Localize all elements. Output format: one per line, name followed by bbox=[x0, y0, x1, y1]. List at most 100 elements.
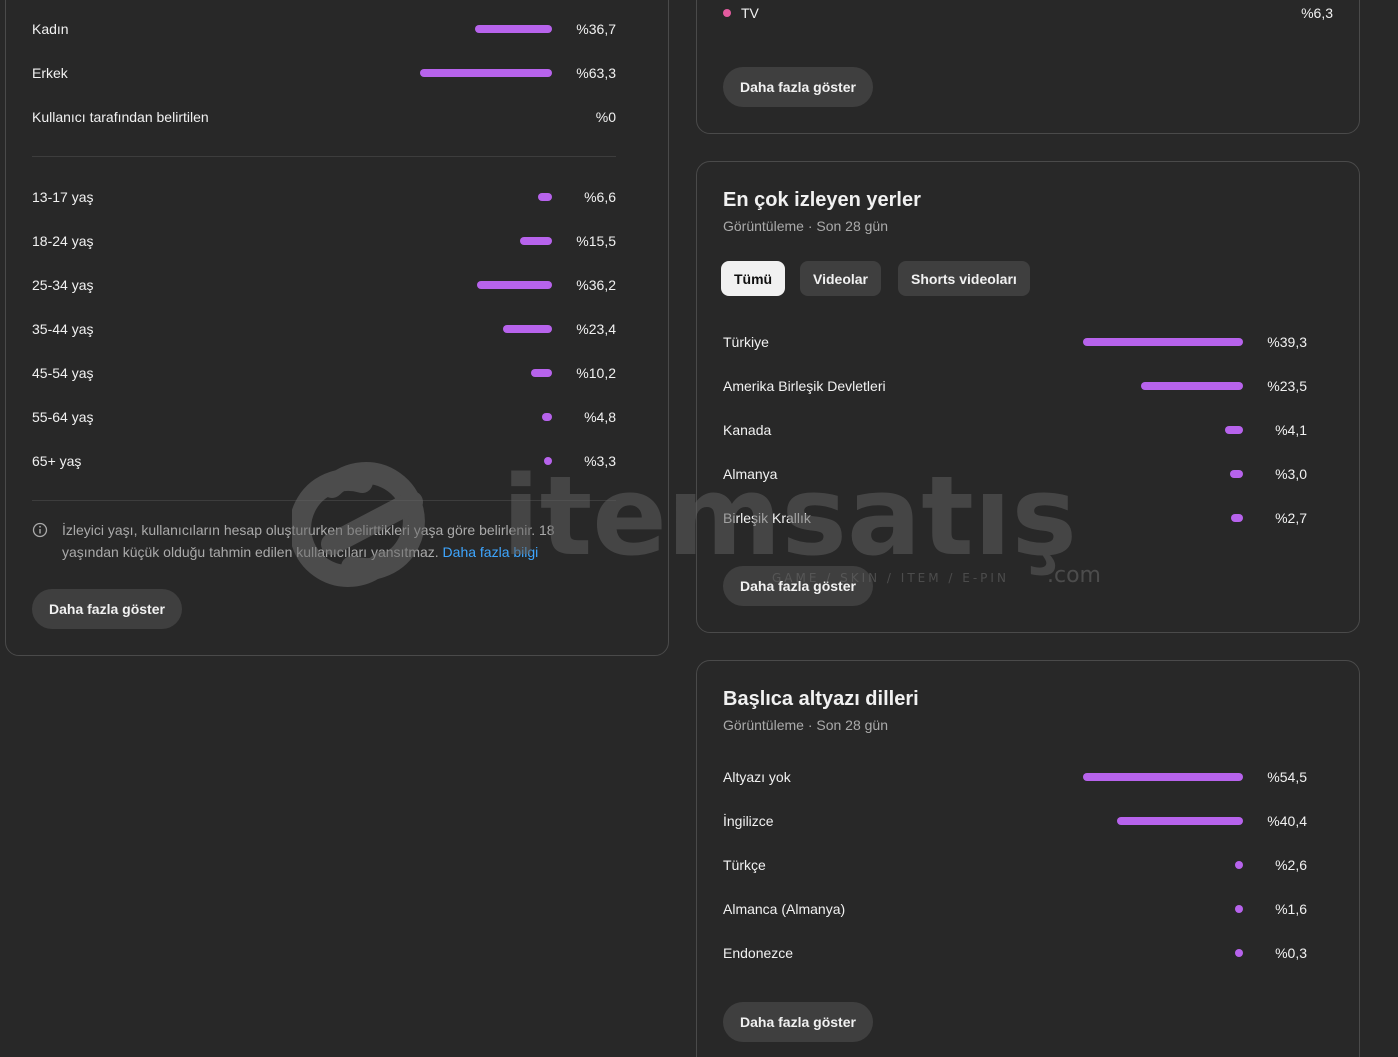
percentage-bar bbox=[1235, 949, 1243, 957]
row-value: %4,8 bbox=[584, 409, 616, 425]
row-label: 25-34 yaş bbox=[32, 277, 94, 293]
stat-row: 25-34 yaş %36,2 bbox=[32, 263, 616, 307]
row-label: Kadın bbox=[32, 21, 69, 37]
row-value: %39,3 bbox=[1267, 334, 1307, 350]
bar-track bbox=[1083, 817, 1243, 825]
percentage-bar bbox=[544, 457, 552, 465]
percentage-bar bbox=[475, 25, 552, 33]
bar-track bbox=[392, 457, 552, 465]
show-more-button[interactable]: Daha fazla göster bbox=[32, 589, 182, 629]
row-label: Almanya bbox=[723, 466, 778, 482]
subtitle-languages-card: Başlıca altyazı dilleri Görüntüleme · So… bbox=[696, 660, 1360, 1057]
bar-track bbox=[392, 69, 552, 77]
bar-track bbox=[392, 193, 552, 201]
info-icon bbox=[32, 522, 48, 538]
stat-row: Kullanıcı tarafından belirtilen %0 bbox=[32, 95, 616, 139]
bar-track bbox=[392, 369, 552, 377]
chip-all[interactable]: Tümü bbox=[721, 261, 786, 296]
bar-track bbox=[1083, 426, 1243, 434]
percentage-bar bbox=[1083, 773, 1243, 781]
stat-row: Altyazı yok %54,5 bbox=[723, 755, 1307, 799]
card-subtitle: Görüntüleme · Son 28 gün bbox=[723, 218, 888, 234]
row-value: %23,5 bbox=[1267, 378, 1307, 394]
stat-row: Türkiye %39,3 bbox=[723, 320, 1307, 364]
stat-row: Birleşik Krallık %2,7 bbox=[723, 496, 1307, 540]
row-value: %36,7 bbox=[576, 21, 616, 37]
tv-dot-icon bbox=[723, 9, 731, 17]
row-label: Altyazı yok bbox=[723, 769, 791, 785]
percentage-bar bbox=[477, 281, 552, 289]
percentage-bar bbox=[1231, 514, 1243, 522]
card-subtitle: Görüntüleme · Son 28 gün bbox=[723, 717, 888, 733]
age-info-note: İzleyici yaşı, kullanıcıların hesap oluş… bbox=[32, 519, 592, 563]
percentage-bar bbox=[420, 69, 552, 77]
card-title: En çok izleyen yerler bbox=[723, 189, 921, 211]
percentage-bar bbox=[1141, 382, 1243, 390]
demographics-card: Kadın %36,7 Erkek %63,3 Kullanıcı tarafından… bbox=[5, 0, 669, 656]
show-more-button[interactable]: Daha fazla göster bbox=[723, 1002, 873, 1042]
device-row-tv: TV %6,3 bbox=[723, 1, 1333, 25]
row-label: Türkçe bbox=[723, 857, 766, 873]
bar-track bbox=[1083, 514, 1243, 522]
row-value: %1,6 bbox=[1275, 901, 1307, 917]
percentage-bar bbox=[531, 369, 552, 377]
row-value: %15,5 bbox=[576, 233, 616, 249]
percentage-bar bbox=[538, 193, 552, 201]
stat-row: Almanca (Almanya) %1,6 bbox=[723, 887, 1307, 931]
device-label: TV bbox=[741, 5, 759, 21]
bar-track bbox=[392, 325, 552, 333]
stat-row: Türkçe %2,6 bbox=[723, 843, 1307, 887]
stat-row: Amerika Birleşik Devletleri %23,5 bbox=[723, 364, 1307, 408]
devices-card: TV %6,3 Daha fazla göster bbox=[696, 0, 1360, 134]
row-value: %0,3 bbox=[1275, 945, 1307, 961]
bar-track bbox=[1083, 470, 1243, 478]
row-value: %2,6 bbox=[1275, 857, 1307, 873]
row-value: %3,3 bbox=[584, 453, 616, 469]
bar-track bbox=[1083, 382, 1243, 390]
bar-track bbox=[1083, 773, 1243, 781]
bar-track bbox=[392, 25, 552, 33]
bar-track bbox=[1083, 338, 1243, 346]
row-label: Almanca (Almanya) bbox=[723, 901, 846, 917]
show-more-button[interactable]: Daha fazla göster bbox=[723, 566, 873, 606]
divider bbox=[32, 156, 616, 157]
percentage-bar bbox=[1235, 861, 1243, 869]
note-text-block: İzleyici yaşı, kullanıcıların hesap oluş… bbox=[62, 519, 592, 563]
row-label: Türkiye bbox=[723, 334, 769, 350]
stat-row: 18-24 yaş %15,5 bbox=[32, 219, 616, 263]
row-label: Kanada bbox=[723, 422, 772, 438]
card-title: Başlıca altyazı dilleri bbox=[723, 688, 919, 710]
row-label: 65+ yaş bbox=[32, 453, 82, 469]
bar-track bbox=[392, 281, 552, 289]
stat-row: Almanya %3,0 bbox=[723, 452, 1307, 496]
bar-track bbox=[1083, 905, 1243, 913]
stat-row: Erkek %63,3 bbox=[32, 51, 616, 95]
divider bbox=[32, 500, 616, 501]
row-label: Amerika Birleşik Devletleri bbox=[723, 378, 886, 394]
row-label: 13-17 yaş bbox=[32, 189, 94, 205]
row-value: %23,4 bbox=[576, 321, 616, 337]
percentage-bar bbox=[1083, 338, 1243, 346]
percentage-bar bbox=[1225, 426, 1243, 434]
row-value: %4,1 bbox=[1275, 422, 1307, 438]
bar-track bbox=[1083, 949, 1243, 957]
bar-track bbox=[392, 413, 552, 421]
row-value: %63,3 bbox=[576, 65, 616, 81]
show-more-button[interactable]: Daha fazla göster bbox=[723, 67, 873, 107]
row-label: 55-64 yaş bbox=[32, 409, 94, 425]
row-label: 35-44 yaş bbox=[32, 321, 94, 337]
stat-row: 13-17 yaş %6,6 bbox=[32, 175, 616, 219]
learn-more-link[interactable]: Daha fazla bilgi bbox=[443, 544, 539, 560]
stat-row: 35-44 yaş %23,4 bbox=[32, 307, 616, 351]
chip-videos[interactable]: Videolar bbox=[800, 261, 881, 296]
row-value: %2,7 bbox=[1275, 510, 1307, 526]
percentage-bar bbox=[542, 413, 552, 421]
chip-shorts[interactable]: Shorts videoları bbox=[898, 261, 1030, 296]
row-label: Birleşik Krallık bbox=[723, 510, 811, 526]
row-label: Kullanıcı tarafından belirtilen bbox=[32, 109, 209, 125]
row-value: %54,5 bbox=[1267, 769, 1307, 785]
percentage-bar bbox=[1235, 905, 1243, 913]
stat-row: 55-64 yaş %4,8 bbox=[32, 395, 616, 439]
device-value: %6,3 bbox=[1301, 5, 1333, 21]
row-value: %3,0 bbox=[1275, 466, 1307, 482]
